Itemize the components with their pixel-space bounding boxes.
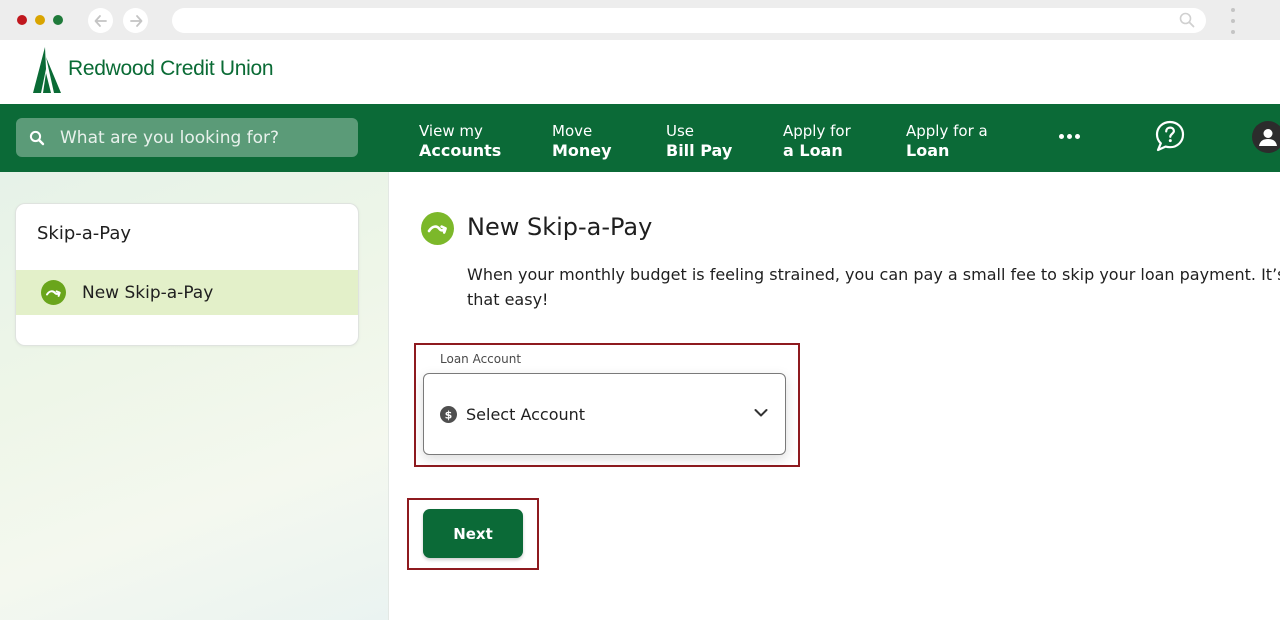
search-placeholder: What are you looking for?: [60, 127, 280, 148]
nav-move-money[interactable]: Move Money: [552, 122, 612, 160]
loan-account-select[interactable]: $ Select Account: [423, 373, 786, 455]
loan-account-value: Select Account: [466, 404, 586, 424]
nav-item-line1: Move: [552, 122, 593, 140]
skip-arrow-icon: [41, 280, 66, 305]
sidebar-item-new-skip-a-pay[interactable]: New Skip-a-Pay: [16, 270, 358, 315]
next-button[interactable]: Next: [423, 509, 523, 558]
user-avatar-icon[interactable]: [1252, 121, 1280, 153]
search-icon: [1179, 12, 1195, 28]
window-maximize-dot[interactable]: [53, 15, 63, 25]
sidebar-item-label: New Skip-a-Pay: [82, 282, 214, 303]
loan-account-label: Loan Account: [440, 352, 522, 366]
nav-item-line2: Loan: [906, 141, 950, 160]
skip-arrow-icon: [421, 212, 454, 245]
nav-item-line2: Accounts: [419, 141, 502, 160]
nav-item-line1: Apply for a: [906, 122, 988, 140]
nav-view-accounts[interactable]: View my Accounts: [419, 122, 501, 160]
dollar-icon: $: [440, 405, 457, 423]
kebab-menu-icon[interactable]: [1228, 8, 1238, 34]
window-close-dot[interactable]: [17, 15, 27, 25]
nav-bill-pay[interactable]: Use Bill Pay: [666, 122, 732, 160]
page-title: New Skip-a-Pay: [467, 213, 653, 241]
brand-header: Redwood Credit Union: [0, 40, 1280, 104]
nav-item-line2: Bill Pay: [666, 141, 733, 160]
search-icon: [29, 130, 45, 145]
nav-item-line1: View my: [419, 122, 483, 140]
nav-item-line2: Money: [552, 141, 612, 160]
chevron-down-icon: [754, 409, 768, 417]
brand-name[interactable]: Redwood Credit Union: [68, 57, 274, 81]
nav-item-line2: a Loan: [783, 141, 843, 160]
sidebar-card: Skip-a-Pay New Skip-a-Pay: [15, 203, 359, 346]
nav-item-line1: Use: [666, 122, 695, 140]
arrow-right-icon: [129, 14, 142, 27]
browser-chrome: [0, 0, 1280, 40]
redwood-tree-logo-icon[interactable]: [33, 47, 63, 95]
site-search-input[interactable]: What are you looking for?: [16, 118, 358, 157]
nav-item-line1: Apply for: [783, 122, 851, 140]
nav-apply-loan[interactable]: Apply for a Loan: [783, 122, 851, 160]
svg-text:$: $: [445, 408, 453, 421]
sidebar-title: Skip-a-Pay: [37, 223, 132, 244]
more-horizontal-icon[interactable]: [1059, 134, 1080, 139]
help-chat-icon[interactable]: [1154, 119, 1186, 153]
forward-button[interactable]: [123, 8, 148, 33]
back-button[interactable]: [88, 8, 113, 33]
page-description: When your monthly budget is feeling stra…: [467, 265, 1280, 309]
main-navigation: What are you looking for? View my Accoun…: [0, 104, 1280, 172]
arrow-left-icon: [94, 14, 107, 27]
nav-apply-loan-2[interactable]: Apply for a Loan: [906, 122, 988, 160]
window-minimize-dot[interactable]: [35, 15, 45, 25]
person-icon: [1259, 129, 1277, 146]
address-bar[interactable]: [172, 8, 1206, 33]
